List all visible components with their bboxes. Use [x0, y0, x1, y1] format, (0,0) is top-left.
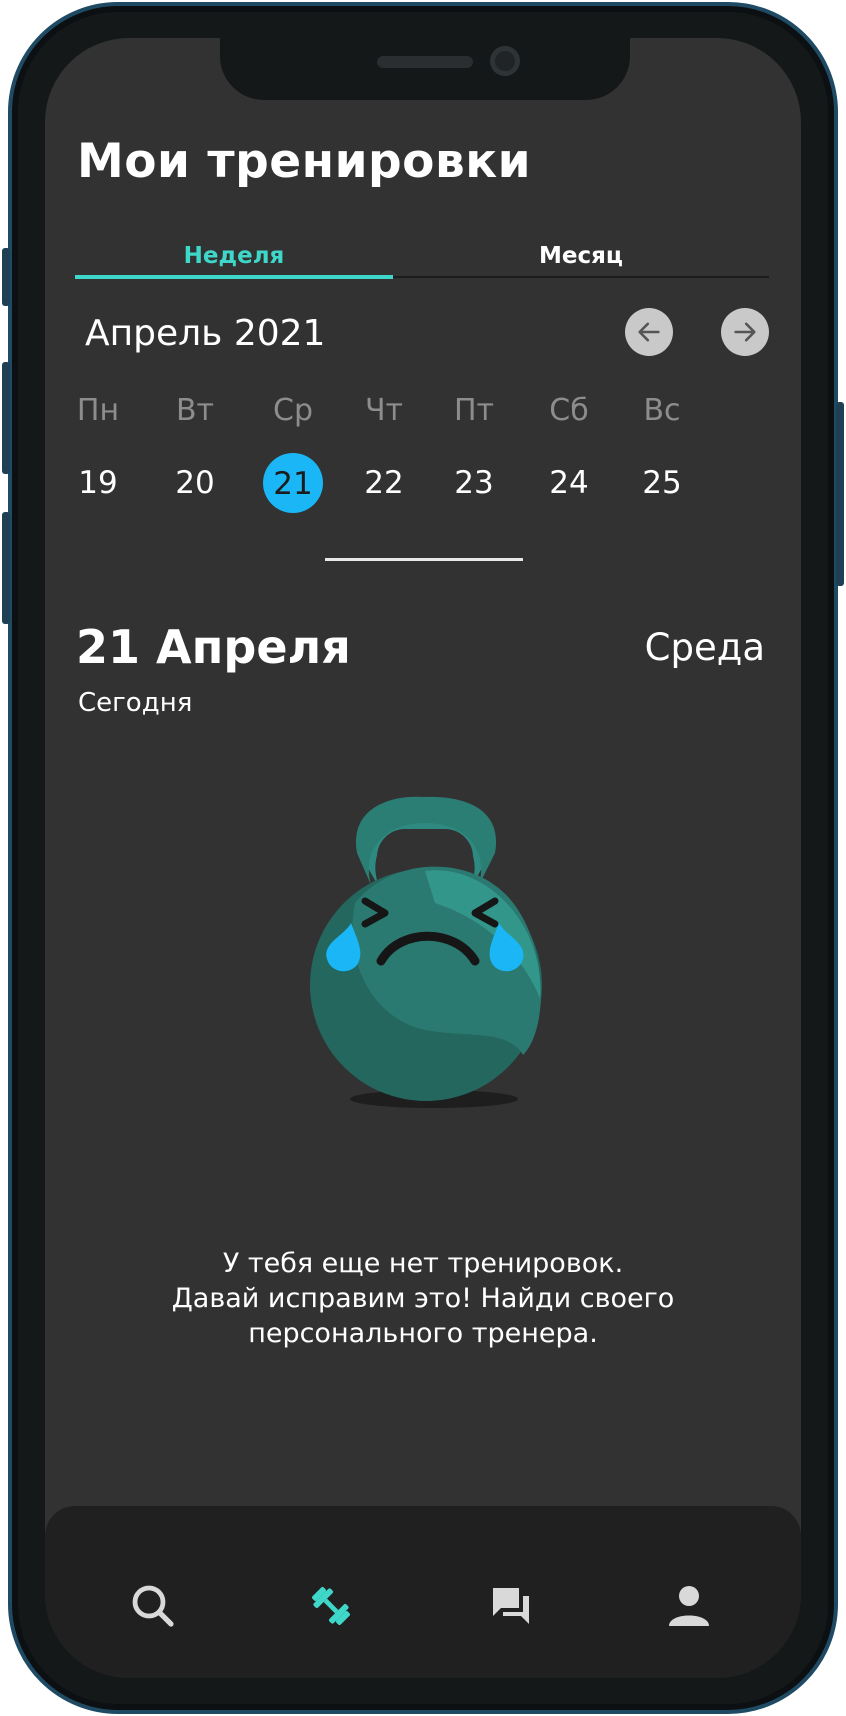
page-title: Мои тренировки	[77, 134, 532, 189]
profile-icon	[669, 1586, 709, 1626]
empty-state-message: У тебя еще нет тренировок. Давай исправи…	[45, 1246, 801, 1351]
volume-up-button	[2, 362, 10, 474]
previous-week-button[interactable]	[625, 308, 673, 356]
drag-handle[interactable]	[325, 558, 523, 561]
arrow-left-icon	[638, 322, 660, 342]
search-icon	[132, 1585, 174, 1627]
notch	[220, 38, 630, 100]
calendar-day[interactable]: 25	[622, 453, 702, 513]
chat-icon	[493, 1588, 529, 1624]
front-camera	[490, 46, 520, 76]
next-week-button[interactable]	[721, 308, 769, 356]
tab-month[interactable]: Месяц	[393, 238, 769, 274]
calendar-day-number: 21	[263, 453, 323, 513]
calendar-day[interactable]: 22	[344, 453, 424, 513]
month-label: Апрель 2021	[85, 313, 326, 354]
screen: Мои тренировки Неделя Месяц Апрель 2021 …	[45, 38, 801, 1678]
calendar-day-number: 24	[549, 465, 589, 501]
calendar-day-selected[interactable]: 21	[253, 453, 333, 513]
speaker	[377, 56, 473, 68]
calendar-day[interactable]: 23	[434, 453, 514, 513]
weekday-label: Пт	[453, 393, 495, 428]
empty-state-line: Давай исправим это! Найди своего	[171, 1283, 675, 1314]
empty-state-line: персонального тренера.	[248, 1318, 598, 1349]
weekday-label: Сб	[549, 393, 589, 428]
weekday-label: Вс	[643, 393, 681, 428]
bottom-navigation	[45, 1506, 801, 1678]
weekday-label: Ср	[273, 393, 313, 428]
calendar-day-number: 22	[364, 465, 404, 501]
volume-down-button	[2, 512, 10, 624]
calendar-day[interactable]: 20	[155, 453, 235, 513]
selected-date-title: 21 Апреля	[76, 620, 351, 674]
weekday-label: Чт	[364, 393, 404, 428]
dumbbell-icon	[312, 1587, 350, 1625]
nav-search[interactable]	[125, 1578, 181, 1634]
weekday-label: Вт	[175, 393, 215, 428]
selected-date-subtitle: Сегодня	[78, 688, 193, 718]
calendar-day[interactable]: 19	[58, 453, 138, 513]
nav-profile[interactable]	[661, 1578, 717, 1634]
power-button	[836, 402, 844, 586]
crying-kettlebell-illustration	[310, 796, 542, 1108]
selected-date-weekday: Среда	[644, 626, 765, 669]
calendar-day-number: 23	[454, 465, 494, 501]
nav-workouts[interactable]	[303, 1578, 359, 1634]
calendar-day-number: 19	[78, 465, 118, 501]
tab-active-indicator	[75, 275, 393, 279]
arrow-right-icon	[734, 322, 756, 342]
calendar-day[interactable]: 24	[529, 453, 609, 513]
calendar-day-number: 25	[642, 465, 682, 501]
period-tabs: Неделя Месяц	[75, 238, 769, 279]
empty-state-line: У тебя еще нет тренировок.	[222, 1248, 624, 1279]
weekday-label: Пн	[76, 393, 120, 428]
calendar-day-number: 20	[175, 465, 215, 501]
nav-messages[interactable]	[483, 1578, 539, 1634]
silent-switch	[2, 248, 10, 306]
tab-week[interactable]: Неделя	[75, 238, 393, 274]
